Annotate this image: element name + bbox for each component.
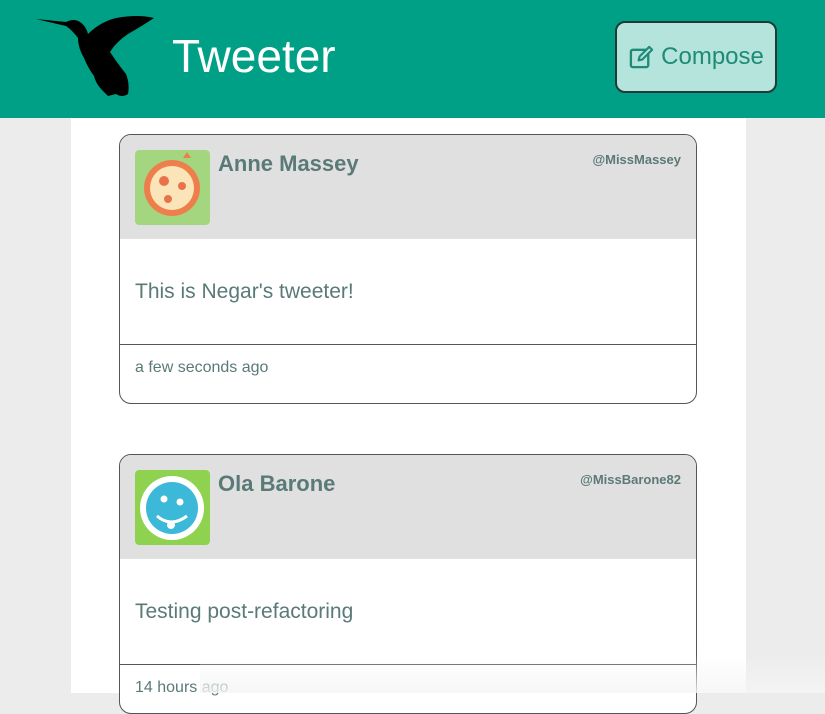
tweet-timestamp: a few seconds ago (135, 359, 269, 376)
compose-label: Compose (661, 43, 764, 70)
tweet-author-name: Anne Massey (218, 151, 359, 176)
compose-button[interactable]: Compose (615, 21, 777, 93)
brand-title[interactable]: Tweeter (172, 28, 336, 84)
tweet-card: Anne Massey @MissMassey This is Negar's … (119, 134, 697, 404)
tweet-author-name: Ola Barone (218, 471, 336, 496)
hummingbird-icon (36, 16, 154, 96)
tweet-card: Ola Barone @MissBarone82 Testing post-re… (119, 454, 697, 714)
blue-face-avatar (135, 470, 210, 545)
pencil-square-icon (629, 45, 654, 68)
tweet-content: This is Negar's tweeter! (120, 239, 696, 345)
tomato-face-avatar (135, 150, 210, 225)
tweet-author-handle: @MissBarone82 (580, 472, 681, 487)
tweet-content: Testing post-refactoring (120, 559, 696, 665)
tweet-container: Anne Massey @MissMassey This is Negar's … (71, 118, 746, 714)
tweet-timestamp: 14 hours ago (135, 679, 229, 696)
tweet-author-handle: @MissMassey (592, 152, 681, 167)
tweet-header: Ola Barone @MissBarone82 (120, 455, 696, 559)
navbar: Tweeter Compose (0, 0, 825, 118)
tweet-header: Anne Massey @MissMassey (120, 135, 696, 239)
